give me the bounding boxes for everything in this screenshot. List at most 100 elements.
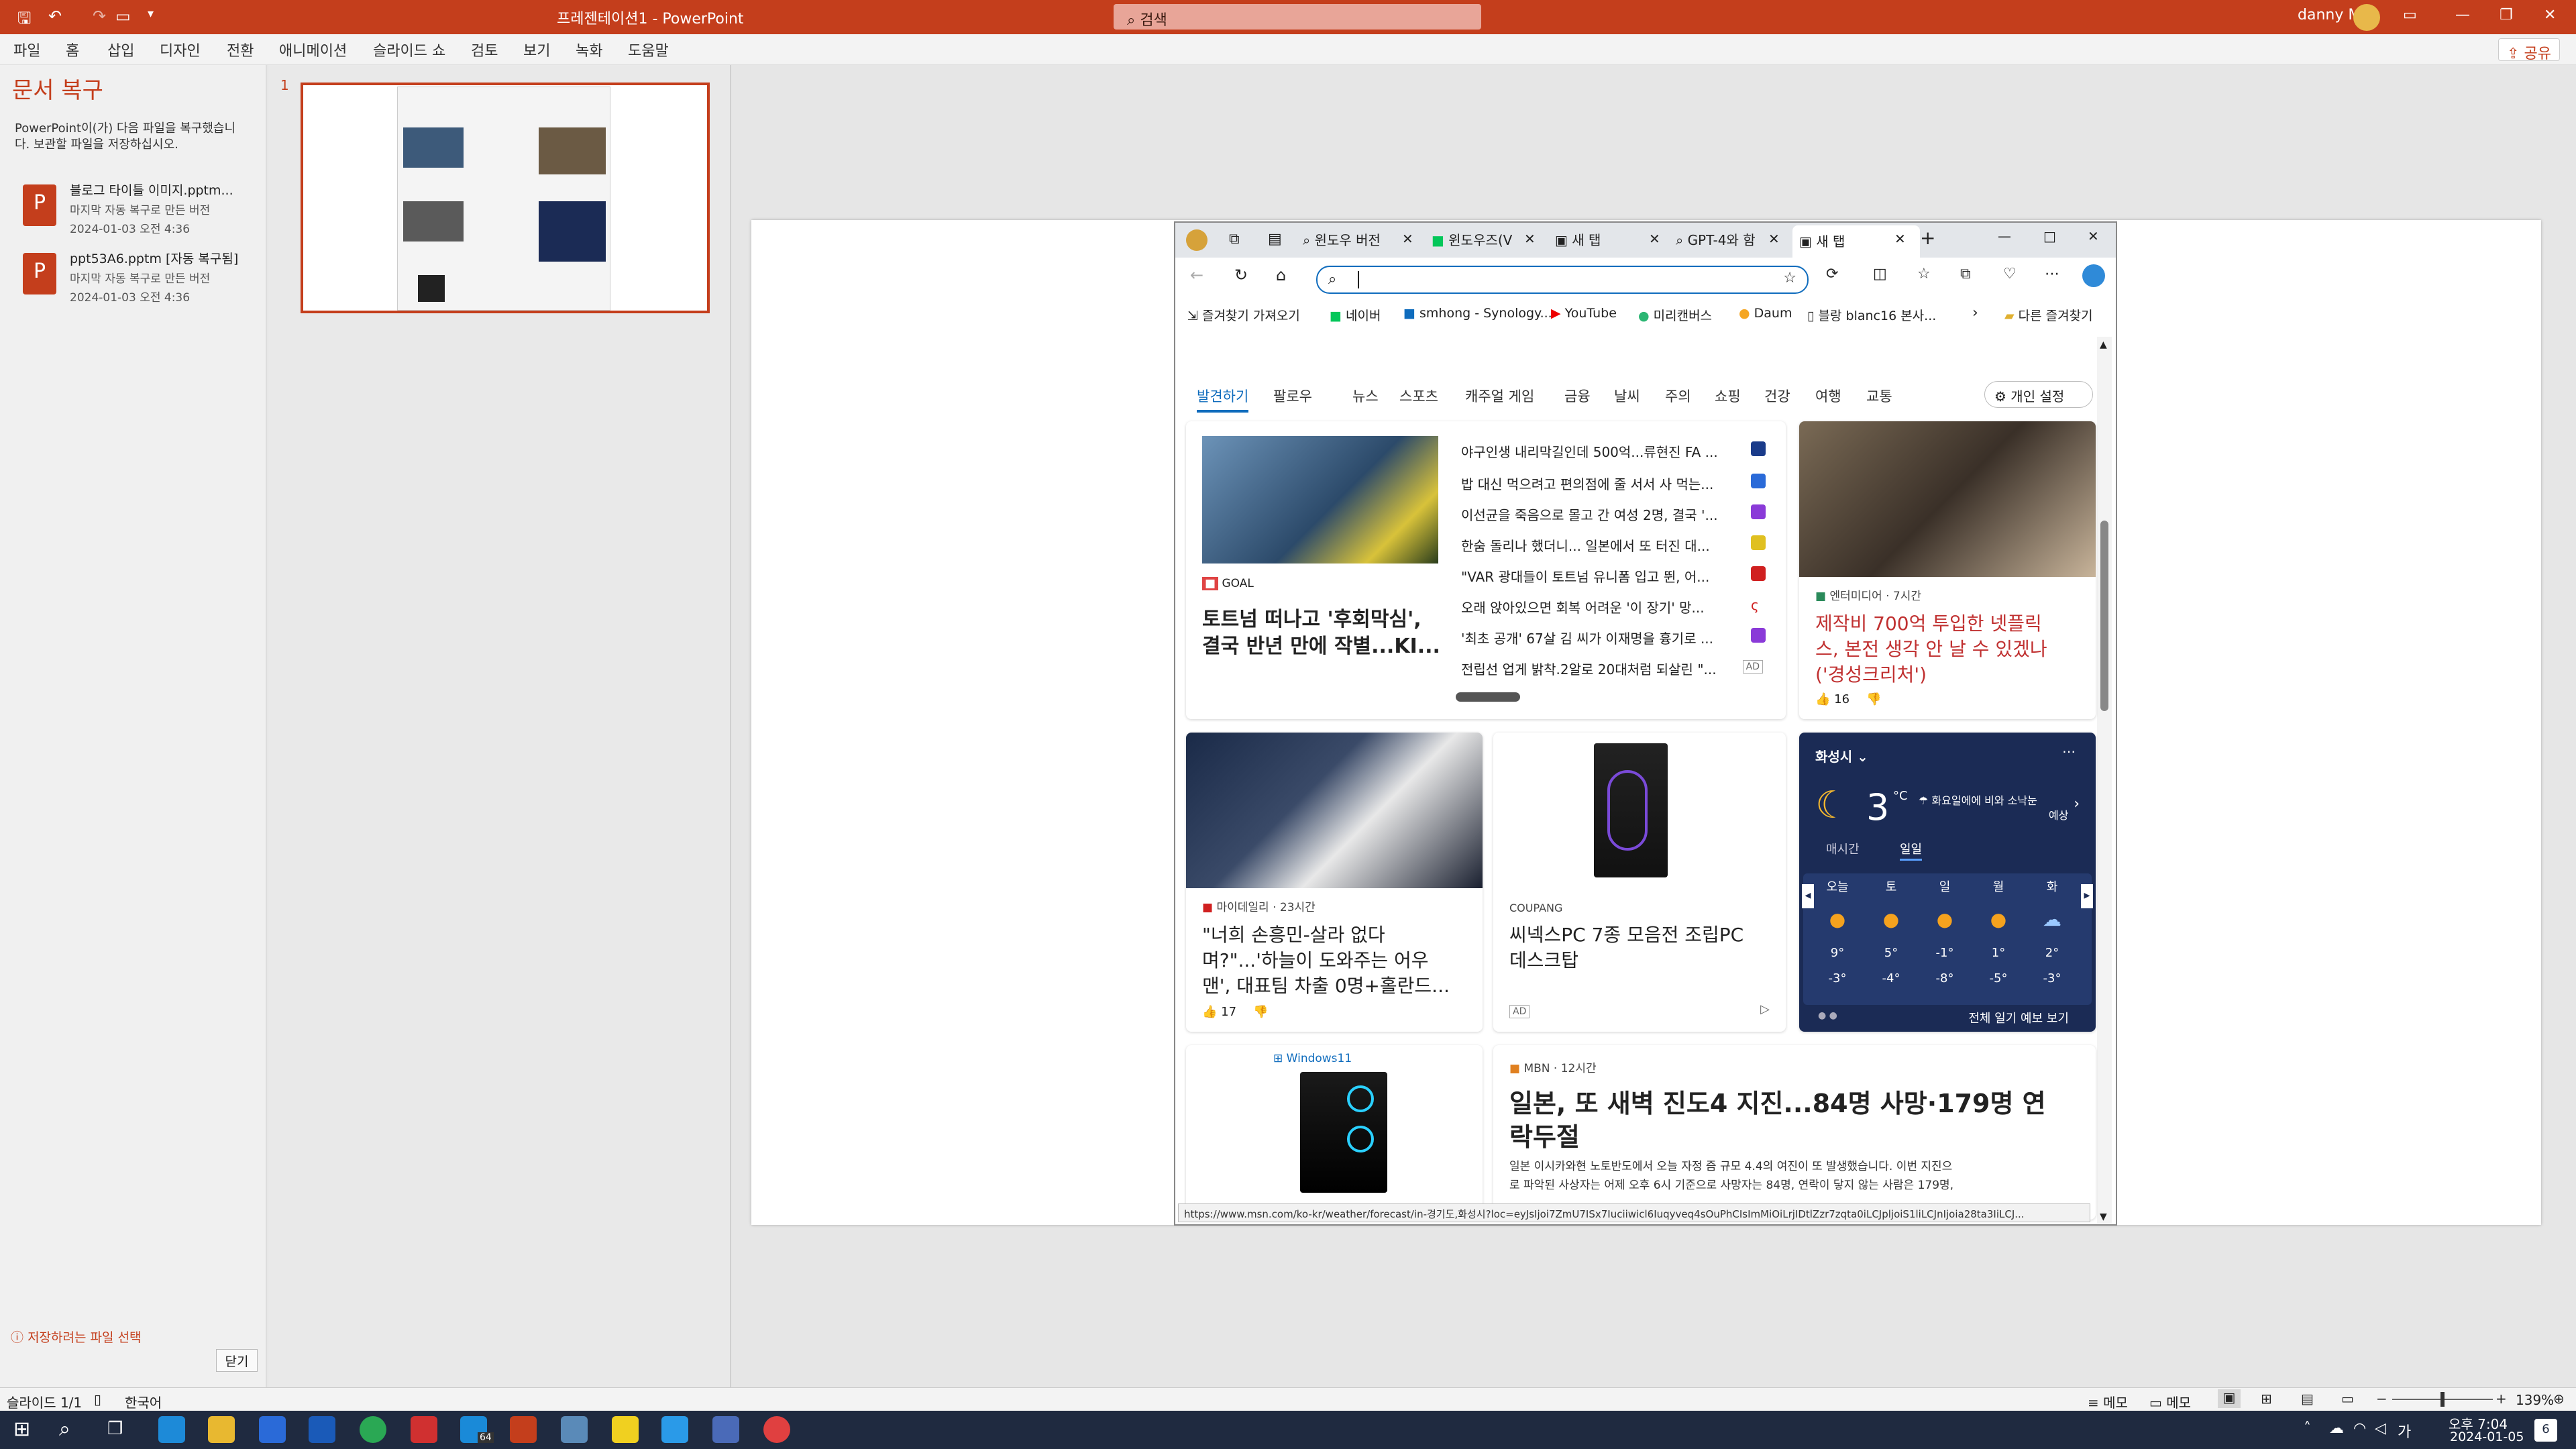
present-icon[interactable]: ▭: [115, 7, 131, 25]
feed-tab-travel[interactable]: 여행: [1815, 386, 1841, 406]
main-news-card[interactable]: ■ GOAL 토트넘 떠나고 '후회막심', 결국 반년 만에 작별...KI.…: [1186, 421, 1786, 719]
tab-record[interactable]: 녹화: [576, 39, 602, 60]
bookmark-youtube[interactable]: ▶ YouTube: [1551, 306, 1617, 321]
page-scrollbar[interactable]: ▲ ▼: [2097, 337, 2112, 1224]
extension-icon[interactable]: ⟳: [1826, 266, 1838, 282]
feed-tab-weather[interactable]: 날씨: [1614, 386, 1640, 406]
workspaces-icon[interactable]: ⧉: [1229, 231, 1240, 248]
tab-actions-icon[interactable]: ▤: [1268, 231, 1282, 248]
zoom-level[interactable]: 139%: [2516, 1392, 2554, 1408]
slide-sorter-icon[interactable]: ⊞: [2261, 1391, 2272, 1407]
full-forecast-link[interactable]: 전체 일기 예보 보기: [1968, 1009, 2069, 1026]
close-icon[interactable]: ✕: [2088, 228, 2099, 244]
redo-icon[interactable]: ↷: [93, 7, 106, 25]
headline-link[interactable]: 한숨 돌리나 했더니... 일본에서 또 터진 대...: [1461, 535, 1729, 555]
slide-thumbnail-1[interactable]: [301, 83, 710, 313]
zoom-out-icon[interactable]: −: [2376, 1391, 2387, 1407]
mbn-news-card[interactable]: ■ MBN · 12시간 일본, 또 새벽 진도4 지진...84명 사망·17…: [1493, 1045, 2096, 1220]
share-button[interactable]: ⇪ 공유: [2498, 38, 2560, 62]
headline-link[interactable]: 전립선 업게 밝착.2알로 20대처럼 되살린 "...: [1461, 659, 1729, 678]
which-file-link[interactable]: ⓘ 저장하려는 파일 선택: [11, 1328, 141, 1346]
weather-card[interactable]: 화성시 ⌄ ⋯ ☾ 3 °C ☂ 화요일에에 비와 소낙눈 예상 › 매시간 일…: [1799, 733, 2096, 1032]
volume-icon[interactable]: ◁: [2375, 1420, 2386, 1437]
pc-ad-card[interactable]: COUPANG 씨넥스PC 7종 모음전 조립PC 데스크탑 AD ▷: [1493, 733, 1786, 1032]
chevron-right-icon[interactable]: ›: [2074, 796, 2080, 812]
browser-tab-1[interactable]: ⌕ 윈도우 버전: [1303, 229, 1411, 254]
tab-insert[interactable]: 삽입: [107, 39, 134, 60]
avatar[interactable]: [2353, 4, 2380, 31]
bookmark-import[interactable]: ⇲ 즐겨찾기 가져오기: [1187, 306, 1300, 324]
entertainment-news-card[interactable]: ■ 엔터미디어 · 7시간 제작비 700억 투입한 넷플릭 스, 본전 생각 …: [1799, 421, 2096, 719]
clock-date[interactable]: 2024-01-05: [2450, 1430, 2524, 1444]
bookmark-synology[interactable]: ■ smhong - Synology...: [1403, 306, 1552, 321]
undo-icon[interactable]: ↶: [48, 7, 62, 25]
bookmark-blanc16[interactable]: ▯ 블랑 blanc16 본사...: [1807, 306, 1936, 324]
zoom-in-icon[interactable]: +: [2496, 1391, 2507, 1407]
like-button[interactable]: 👍 16: [1815, 692, 1849, 706]
chevron-up-icon[interactable]: ˄: [2304, 1420, 2311, 1437]
recovered-file-1[interactable]: P 블로그 타이틀 이미지.pptm... 마지막 자동 복구로 만든 버전 2…: [7, 178, 262, 239]
feed-tab-sports[interactable]: 스포츠: [1399, 386, 1438, 406]
paint-icon[interactable]: [661, 1416, 688, 1443]
tab-daily[interactable]: 일일: [1900, 840, 1923, 861]
feed-tab-caution[interactable]: 주의: [1665, 386, 1691, 406]
search-icon[interactable]: ⌕: [59, 1417, 70, 1441]
browser-tab-4[interactable]: ⌕ GPT-4와 함: [1676, 229, 1783, 254]
accessibility-icon[interactable]: ▯: [94, 1391, 101, 1407]
headline-link[interactable]: 야구인생 내리막길인데 500억...류현진 FA ...: [1461, 441, 1729, 461]
language[interactable]: 한국어: [125, 1392, 162, 1411]
bookmark-miricanvas[interactable]: ● 미리캔버스: [1638, 306, 1712, 324]
comments-button[interactable]: ▭ 메모: [2149, 1392, 2191, 1411]
zoom-slider-thumb[interactable]: [2440, 1392, 2445, 1407]
feed-tab-shopping[interactable]: 쇼핑: [1715, 386, 1741, 406]
close-tab-icon[interactable]: ✕: [1402, 231, 1413, 247]
mail-icon[interactable]: [309, 1416, 335, 1443]
tab-review[interactable]: 검토: [471, 39, 498, 60]
notepad-icon[interactable]: [561, 1416, 588, 1443]
notification-badge[interactable]: 6: [2534, 1419, 2557, 1442]
store-icon[interactable]: [259, 1416, 286, 1443]
feed-tab-discover[interactable]: 발견하기: [1197, 386, 1249, 413]
chrome-icon[interactable]: [360, 1416, 386, 1443]
customize-qat-icon[interactable]: ▾: [148, 7, 154, 21]
close-tab-icon[interactable]: ✕: [1524, 231, 1536, 247]
home-icon[interactable]: ⌂: [1276, 266, 1286, 284]
task-view-icon[interactable]: ❐: [107, 1419, 123, 1439]
tab-hourly[interactable]: 매시간: [1826, 840, 1860, 857]
scroll-up-icon[interactable]: ▲: [2100, 339, 2107, 350]
normal-view-icon[interactable]: ▣: [2218, 1389, 2241, 1408]
recovered-file-2[interactable]: P ppt53A6.pptm [자동 복구됨] 마지막 자동 복구로 만든 버전…: [7, 246, 262, 308]
personalize-button[interactable]: ⚙ 개인 설정: [1984, 381, 2093, 408]
feed-tab-traffic[interactable]: 교통: [1866, 386, 1892, 406]
headline-link[interactable]: 오래 앉아있으면 회복 어려운 '이 장기' 망...: [1461, 597, 1729, 616]
address-bar[interactable]: ⌕ ☆: [1316, 266, 1809, 294]
tab-animations[interactable]: 애니메이션: [279, 39, 347, 60]
tab-slideshow[interactable]: 슬라이드 쇼: [373, 39, 445, 60]
powerpoint-icon[interactable]: [510, 1416, 537, 1443]
wifi-icon[interactable]: ◠: [2353, 1420, 2366, 1437]
scroll-down-icon[interactable]: ▼: [2100, 1212, 2107, 1222]
close-icon[interactable]: ✕: [2544, 7, 2556, 23]
notes-button[interactable]: ≡ 메모: [2088, 1392, 2128, 1411]
close-tab-icon[interactable]: ✕: [1894, 231, 1906, 247]
app-icon[interactable]: [763, 1416, 790, 1443]
maximize-icon[interactable]: □: [2043, 228, 2056, 244]
ad-choices-icon[interactable]: ▷: [1760, 1002, 1770, 1016]
profile-icon[interactable]: [1186, 229, 1208, 251]
tab-home[interactable]: 홈: [66, 39, 79, 60]
tab-help[interactable]: 도움말: [628, 39, 669, 60]
collections-icon[interactable]: ⧉: [1960, 266, 1971, 282]
browser-essentials-icon[interactable]: ♡: [2003, 266, 2017, 282]
like-button[interactable]: 👍 17: [1202, 1005, 1236, 1019]
split-screen-icon[interactable]: ◫: [1873, 266, 1887, 282]
search-box[interactable]: ⌕ 검색: [1114, 4, 1481, 30]
slideshow-icon[interactable]: ▭: [2341, 1391, 2354, 1407]
close-tab-icon[interactable]: ✕: [1649, 231, 1660, 247]
browser-tab-3[interactable]: ▣ 새 탭: [1555, 229, 1662, 254]
windows-start-icon[interactable]: ⊞: [13, 1417, 30, 1441]
tab-view[interactable]: 보기: [523, 39, 550, 60]
headline-link[interactable]: "VAR 광대들이 토트넘 유니폼 입고 뛴, 어...: [1461, 566, 1729, 586]
headline-link[interactable]: 밥 대신 먹으려고 편의점에 줄 서서 사 먹는...: [1461, 474, 1729, 493]
new-tab-icon[interactable]: +: [1920, 227, 1935, 249]
bookmark-naver[interactable]: ■ 네이버: [1330, 306, 1381, 324]
